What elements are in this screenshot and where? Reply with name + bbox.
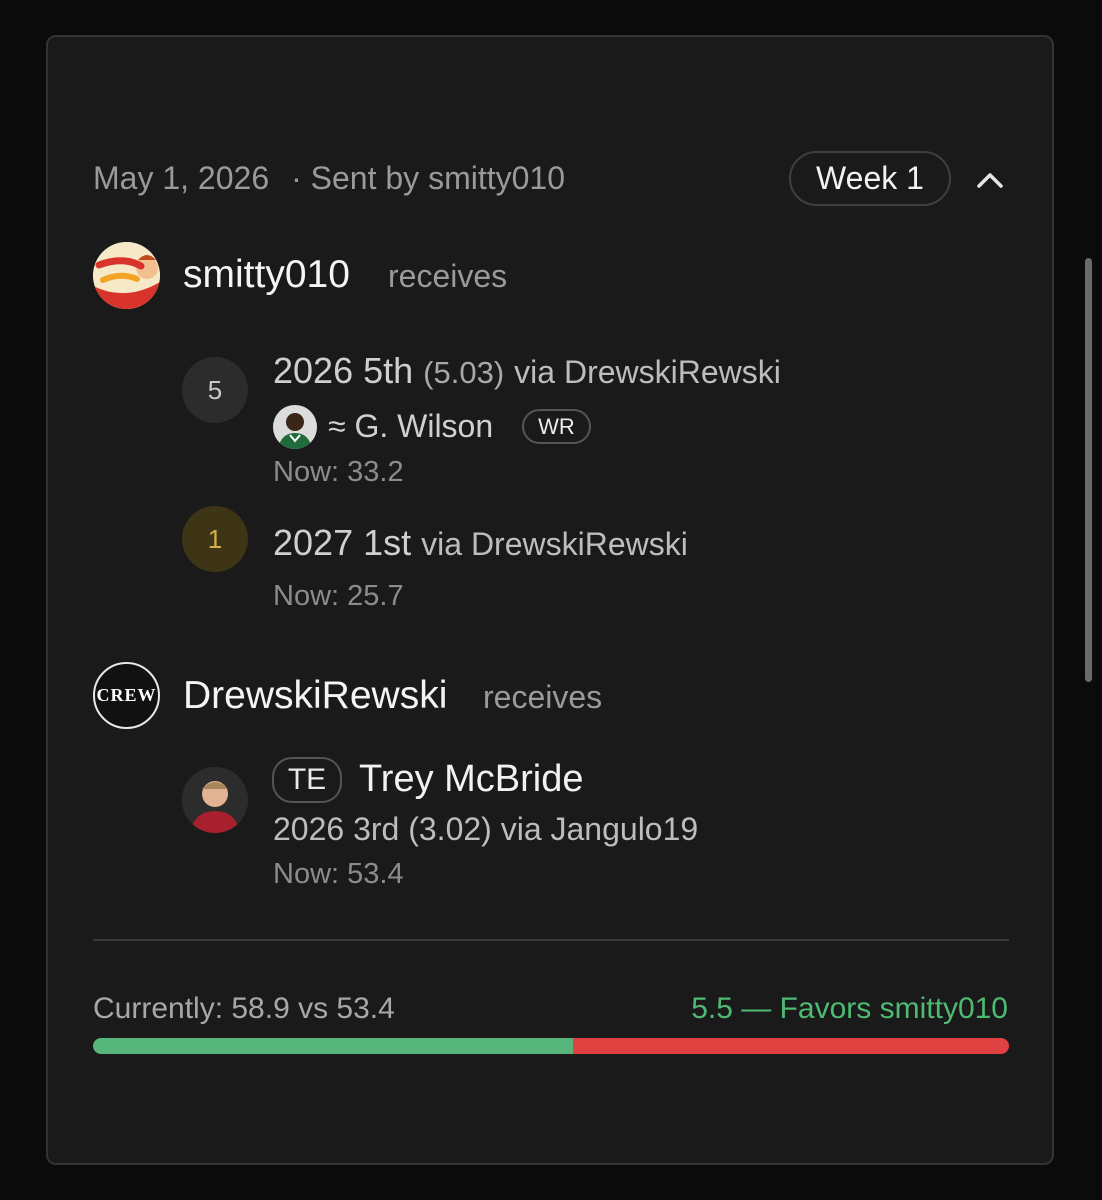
favors-label: 5.5 — Favors smitty010 xyxy=(691,992,1008,1025)
pick-title: 2026 5th xyxy=(273,350,414,391)
player-photo-icon xyxy=(182,767,248,833)
pick-slot: (5.03) xyxy=(423,355,505,390)
team-logo-average-joes xyxy=(93,242,160,309)
week-badge[interactable]: Week 1 xyxy=(789,151,951,206)
team-avatar-smitty010[interactable] xyxy=(93,242,160,309)
position-label: TE xyxy=(287,763,327,796)
sent-by-label: · Sent by smitty010 xyxy=(291,160,565,196)
player-avatar-g-wilson xyxy=(273,405,317,449)
value-comparison-bar xyxy=(93,1038,1009,1054)
team-logo-crew: CREW xyxy=(96,685,157,705)
pick-title-row: 2027 1st via DrewskiRewski xyxy=(273,522,688,564)
projected-player: ≈ G. Wilson xyxy=(328,408,494,444)
pick-round-number: 5 xyxy=(207,374,223,405)
pick-round-badge: 1 xyxy=(182,506,248,572)
player-avatar-trey-mcbride xyxy=(182,767,248,833)
asset-now-value: Now: 33.2 xyxy=(273,456,404,488)
pick-via: via DrewskiRewski xyxy=(421,526,688,562)
trade-meta: May 1, 2026 · Sent by smitty010 xyxy=(93,160,565,197)
trade-date: May 1, 2026 xyxy=(93,160,270,196)
pick-title: 2027 1st xyxy=(273,522,412,563)
pick-title-row: 2026 5th (5.03) via DrewskiRewski xyxy=(273,350,781,392)
receives-label: receives xyxy=(388,258,508,294)
user-name-drewskirewski[interactable]: DrewskiRewski xyxy=(183,674,447,718)
position-badge-wr: WR xyxy=(522,409,591,444)
pick-via: via DrewskiRewski xyxy=(514,354,781,390)
divider xyxy=(93,939,1009,941)
player-name[interactable]: Trey McBride xyxy=(359,758,584,801)
team-avatar-drewskirewski[interactable]: CREW xyxy=(93,662,160,729)
asset-now-value: Now: 25.7 xyxy=(273,580,404,612)
value-bar-left xyxy=(93,1038,574,1054)
scrollbar-thumb[interactable] xyxy=(1085,258,1092,682)
receives-label: receives xyxy=(483,679,603,715)
position-badge-te: TE xyxy=(272,757,342,803)
position-label: WR xyxy=(538,413,575,439)
chevron-up-icon[interactable] xyxy=(970,160,1010,200)
player-pick-origin: 2026 3rd (3.02) via Jangulo19 xyxy=(273,811,699,847)
value-bar-right xyxy=(573,1038,1009,1054)
week-label: Week 1 xyxy=(816,160,924,196)
player-photo-icon xyxy=(273,405,317,449)
user-name-smitty010[interactable]: smitty010 xyxy=(183,253,350,297)
current-values: Currently: 58.9 vs 53.4 xyxy=(93,992,395,1025)
pick-round-badge: 5 xyxy=(182,357,248,423)
pick-round-number: 1 xyxy=(207,523,223,554)
asset-now-value: Now: 53.4 xyxy=(273,858,404,890)
